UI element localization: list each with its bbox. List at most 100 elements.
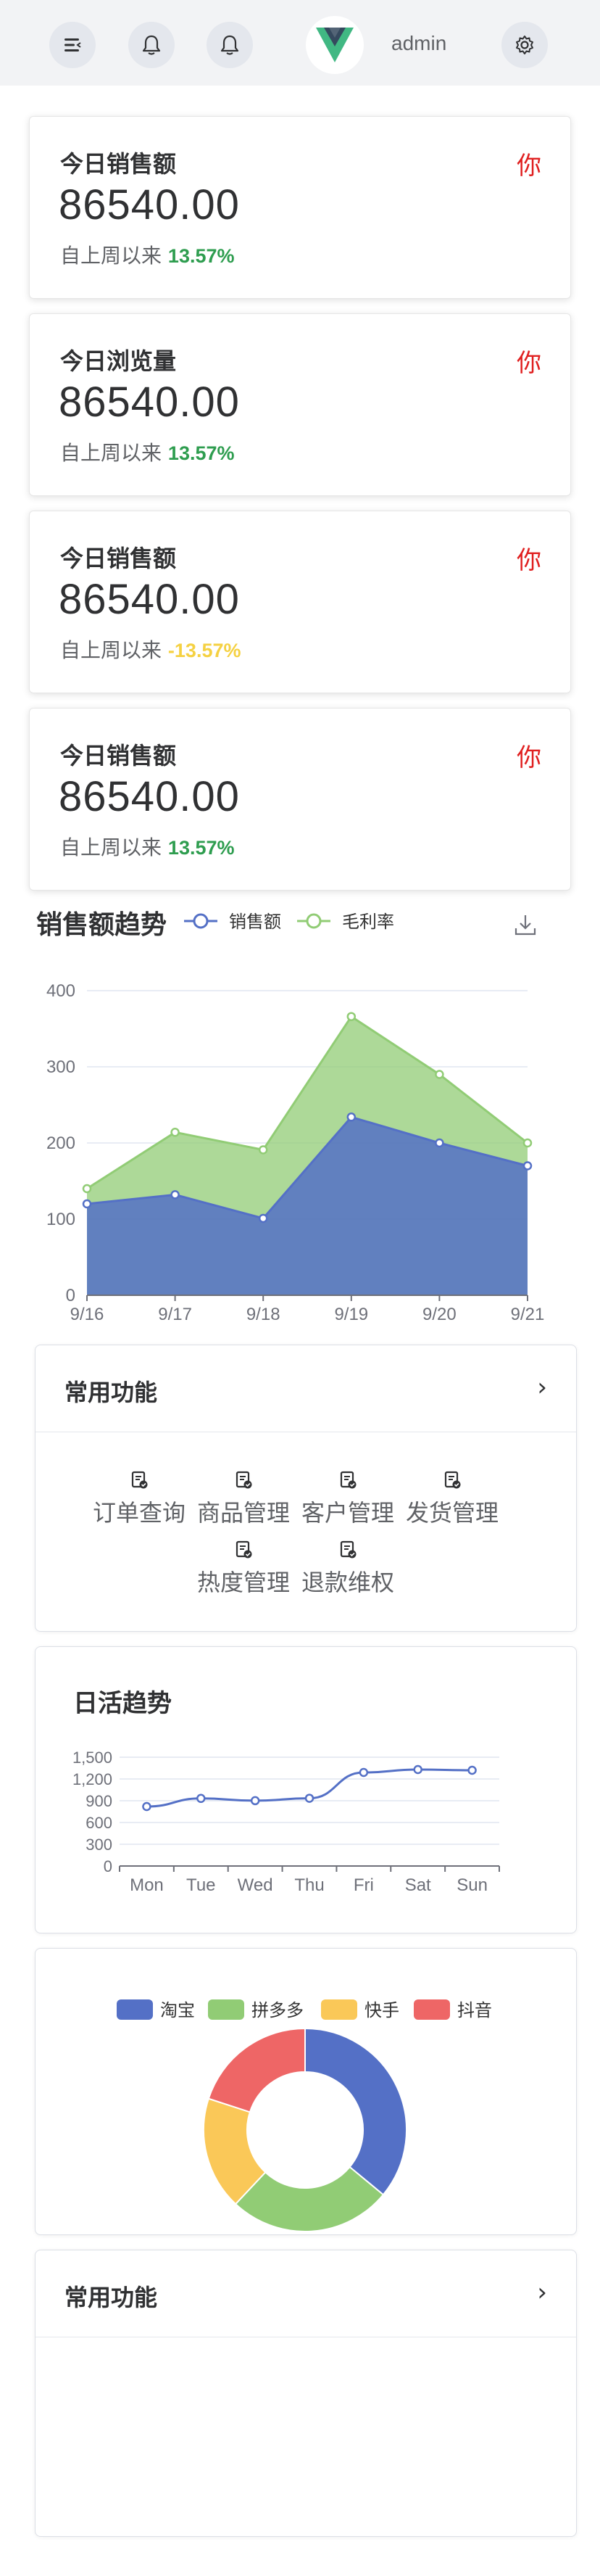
- doc-check-icon: [131, 1471, 148, 1489]
- data-point: [413, 1764, 422, 1775]
- stat-card-change: 13.57%: [167, 245, 235, 267]
- data-point: [304, 1793, 314, 1803]
- menu-toggle-button[interactable]: [49, 22, 96, 68]
- avatar[interactable]: [306, 16, 364, 74]
- gear-icon: [516, 36, 533, 54]
- func-label: 热度管理: [196, 1569, 290, 1596]
- func-shipping-manage[interactable]: 发货管理: [398, 1470, 507, 1528]
- data-point: [346, 1012, 357, 1021]
- stat-card-views[interactable]: 今日浏览量 你 86540.00 自上周以来 13.57%: [29, 313, 571, 496]
- stat-card-corner: 你: [517, 743, 541, 772]
- y-tick-label: 1,200: [72, 1770, 112, 1788]
- top-bar: admin: [0, 0, 600, 86]
- x-tick-label: Sat: [405, 1875, 431, 1895]
- x-tick-label: Mon: [130, 1875, 164, 1895]
- download-button[interactable]: [513, 912, 538, 940]
- pie-slice: [304, 2027, 407, 2196]
- message-button[interactable]: [207, 22, 253, 68]
- stat-card-title: 今日浏览量: [60, 347, 177, 375]
- y-tick-label: 100: [46, 1210, 75, 1229]
- x-tick-label: Thu: [294, 1875, 324, 1895]
- y-tick-label: 300: [86, 1836, 112, 1854]
- data-point: [346, 1112, 357, 1122]
- stat-card-value: 86540.00: [59, 181, 240, 228]
- data-point: [142, 1801, 151, 1812]
- stat-card-sales-3[interactable]: 今日销售额 你 86540.00 自上周以来 13.57%: [29, 708, 571, 891]
- data-point: [467, 1765, 477, 1775]
- y-tick-label: 1,500: [72, 1749, 112, 1767]
- common-functions-panel-2: 常用功能 ›: [35, 2250, 577, 2537]
- legend-marker: [306, 913, 322, 929]
- data-point: [258, 1145, 268, 1155]
- stat-card-title: 今日销售额: [60, 545, 177, 572]
- data-point: [82, 1199, 92, 1209]
- daily-active-panel: 日活趋势 0 300 600 900 1,200 1,500 Mon Tue Wed Thu Fri…: [35, 1646, 577, 1933]
- x-tick-label: 9/17: [158, 1305, 192, 1324]
- stat-card-sub-label: 自上周以来: [60, 835, 162, 859]
- data-point: [258, 1213, 268, 1223]
- func-label: 商品管理: [196, 1499, 290, 1527]
- settings-button[interactable]: [501, 22, 548, 68]
- chevron-right-icon[interactable]: ›: [537, 2278, 547, 2307]
- data-point: [82, 1184, 92, 1194]
- doc-check-icon: [444, 1471, 461, 1489]
- stat-card-title: 今日销售额: [60, 150, 177, 178]
- func-label: 退款维权: [301, 1569, 394, 1596]
- func-customer-manage[interactable]: 客户管理: [293, 1470, 402, 1528]
- username-label[interactable]: admin: [391, 32, 446, 55]
- legend-swatch: [117, 1999, 153, 2020]
- func-label: 客户管理: [301, 1499, 394, 1527]
- data-point: [170, 1190, 180, 1200]
- channel-pie-chart: 淘宝 拼多多 快手 抖音: [117, 1999, 492, 2232]
- y-tick-label: 0: [104, 1857, 112, 1875]
- x-tick-label: Sun: [457, 1875, 488, 1895]
- data-point: [359, 1767, 369, 1778]
- x-tick-label: Fri: [354, 1875, 374, 1895]
- func-heat-manage[interactable]: 热度管理: [189, 1540, 298, 1598]
- legend-marker: [193, 913, 209, 929]
- y-tick-label: 400: [46, 981, 75, 1001]
- stat-card-change: 13.57%: [167, 442, 235, 464]
- stat-card-value: 86540.00: [59, 773, 240, 820]
- chevron-right-icon[interactable]: ›: [537, 1373, 547, 1402]
- stat-card-change: -13.57%: [167, 640, 241, 661]
- daily-active-chart: 0 300 600 900 1,200 1,500 Mon Tue Wed Thu Fri Sat Su…: [72, 1749, 500, 1895]
- menu-icon: [64, 38, 81, 51]
- vue-logo: [316, 28, 354, 62]
- doc-check-icon: [236, 1471, 252, 1489]
- common-functions-panel: 常用功能 › 订单查询 商品管理 客户管理 发货管理 热度管理 退款维权: [35, 1345, 577, 1632]
- data-point: [522, 1161, 533, 1171]
- sales-trend-chart: 销售额 毛利率 0 100 200 300 400 9/16 9/17 9/18 9/19 9/20 9…: [46, 912, 545, 1324]
- bell-icon: [220, 35, 239, 55]
- stat-card-corner: 你: [517, 349, 541, 378]
- y-tick-label: 600: [86, 1814, 112, 1832]
- x-tick-label: 9/21: [511, 1305, 545, 1324]
- func-order-query[interactable]: 订单查询: [85, 1470, 193, 1528]
- stat-card-value: 86540.00: [59, 576, 240, 623]
- func-label: 发货管理: [405, 1499, 499, 1527]
- stat-card-subtitle: 自上周以来 -13.57%: [60, 635, 241, 664]
- func-refund-rights[interactable]: 退款维权: [293, 1540, 402, 1598]
- stat-card-value: 86540.00: [59, 379, 240, 426]
- func-product-manage[interactable]: 商品管理: [189, 1470, 298, 1528]
- stat-card-subtitle: 自上周以来 13.57%: [60, 832, 235, 861]
- stat-card-subtitle: 自上周以来 13.57%: [60, 437, 235, 466]
- stat-card-sales-2[interactable]: 今日销售额 你 86540.00 自上周以来 -13.57%: [29, 511, 571, 693]
- legend-label: 快手: [364, 2000, 399, 2020]
- stat-card-sales[interactable]: 今日销售额 你 86540.00 自上周以来 13.57%: [29, 116, 571, 299]
- panel-title: 常用功能: [64, 2284, 158, 2311]
- stat-card-change: 13.57%: [167, 837, 235, 859]
- legend-swatch: [414, 1999, 450, 2020]
- data-point: [522, 1138, 533, 1148]
- y-tick-label: 0: [66, 1286, 75, 1305]
- data-point: [435, 1070, 444, 1079]
- doc-check-icon: [340, 1540, 357, 1559]
- data-point: [170, 1128, 180, 1137]
- x-tick-label: Wed: [238, 1875, 273, 1895]
- notification-button[interactable]: [128, 22, 175, 68]
- channel-share-panel: 淘宝 拼多多 快手 抖音: [35, 1948, 577, 2235]
- panel-header: 常用功能 ›: [36, 2250, 576, 2337]
- panel-header: 常用功能 ›: [36, 1345, 576, 1432]
- stat-card-sub-label: 自上周以来: [60, 638, 162, 662]
- y-tick-label: 900: [86, 1792, 112, 1810]
